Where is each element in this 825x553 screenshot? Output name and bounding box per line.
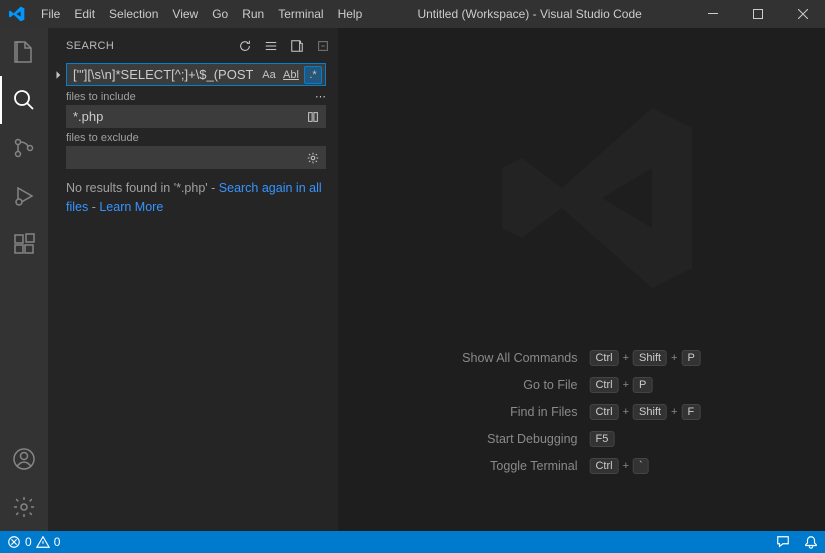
no-results-message: No results found in '*.php' - Search aga…: [66, 179, 326, 217]
keycap: Ctrl: [589, 350, 618, 366]
menu-run[interactable]: Run: [235, 0, 271, 28]
menubar: File Edit Selection View Go Run Terminal…: [34, 0, 369, 28]
keycap: `: [633, 458, 649, 474]
shortcut-label: Show All Commands: [462, 351, 577, 365]
new-search-editor-icon[interactable]: [290, 39, 304, 53]
files-include-input[interactable]: [67, 106, 325, 127]
status-problems[interactable]: 0 0: [0, 531, 67, 553]
minimize-button[interactable]: [690, 0, 735, 28]
titlebar: File Edit Selection View Go Run Terminal…: [0, 0, 825, 28]
keycap: P: [633, 377, 652, 393]
settings-button[interactable]: [0, 483, 48, 531]
shortcut-label: Find in Files: [462, 405, 577, 419]
shortcut-keys: Ctrl+P: [589, 377, 700, 393]
match-whole-word-toggle[interactable]: Abl: [282, 66, 300, 84]
shortcut-label: Toggle Terminal: [462, 459, 577, 473]
vscode-watermark-icon: [502, 98, 742, 338]
learn-more-link[interactable]: Learn More: [99, 200, 163, 214]
welcome-shortcuts: Show All Commands Ctrl+Shift+P Go to File C…: [462, 350, 701, 474]
clear-results-icon[interactable]: [264, 39, 278, 53]
keycap: F: [681, 404, 700, 420]
search-panel-title: SEARCH: [66, 40, 114, 52]
menu-selection[interactable]: Selection: [102, 0, 165, 28]
window-title: Untitled (Workspace) - Visual Studio Cod…: [369, 7, 690, 21]
book-icon[interactable]: [304, 108, 322, 126]
shortcut-label: Go to File: [462, 378, 577, 392]
search-tab[interactable]: [0, 76, 48, 124]
keycap: Ctrl: [589, 458, 618, 474]
ellipsis-icon[interactable]: ⋯: [315, 90, 326, 103]
explorer-tab[interactable]: [0, 28, 48, 76]
shortcut-keys: F5: [589, 431, 700, 447]
maximize-button[interactable]: [735, 0, 780, 28]
window-controls: [690, 0, 825, 28]
keycap: P: [681, 350, 700, 366]
shortcut-keys: Ctrl+`: [589, 458, 700, 474]
source-control-tab[interactable]: [0, 124, 48, 172]
keycap: Shift: [633, 350, 667, 366]
menu-view[interactable]: View: [165, 0, 205, 28]
files-include-label: files to include: [66, 91, 136, 103]
shortcut-keys: Ctrl+Shift+F: [589, 404, 700, 420]
status-feedback[interactable]: [769, 531, 797, 553]
shortcut-keys: Ctrl+Shift+P: [589, 350, 700, 366]
menu-go[interactable]: Go: [205, 0, 235, 28]
run-debug-tab[interactable]: [0, 172, 48, 220]
accounts-button[interactable]: [0, 435, 48, 483]
keycap: Shift: [633, 404, 667, 420]
gear-icon[interactable]: [304, 149, 322, 167]
search-panel: SEARCH Aa Abl .*: [48, 28, 338, 531]
chevron-right-icon[interactable]: [52, 69, 66, 81]
files-exclude-label: files to exclude: [66, 132, 139, 144]
menu-help[interactable]: Help: [331, 0, 370, 28]
refresh-icon[interactable]: [238, 39, 252, 53]
shortcut-label: Start Debugging: [462, 432, 577, 446]
menu-edit[interactable]: Edit: [67, 0, 102, 28]
use-regex-toggle[interactable]: .*: [304, 66, 322, 84]
activitybar: [0, 28, 48, 531]
editor-area: Show All Commands Ctrl+Shift+P Go to File C…: [338, 28, 825, 531]
keycap: Ctrl: [589, 377, 618, 393]
vscode-app-icon: [0, 6, 34, 22]
status-notifications[interactable]: [797, 531, 825, 553]
search-input-wrap: Aa Abl .*: [66, 63, 326, 86]
match-case-toggle[interactable]: Aa: [260, 66, 278, 84]
menu-file[interactable]: File: [34, 0, 67, 28]
statusbar: 0 0: [0, 531, 825, 553]
extensions-tab[interactable]: [0, 220, 48, 268]
collapse-all-icon[interactable]: [316, 39, 330, 53]
keycap: F5: [589, 431, 614, 447]
menu-terminal[interactable]: Terminal: [271, 0, 330, 28]
close-button[interactable]: [780, 0, 825, 28]
keycap: Ctrl: [589, 404, 618, 420]
files-exclude-input[interactable]: [67, 147, 325, 168]
